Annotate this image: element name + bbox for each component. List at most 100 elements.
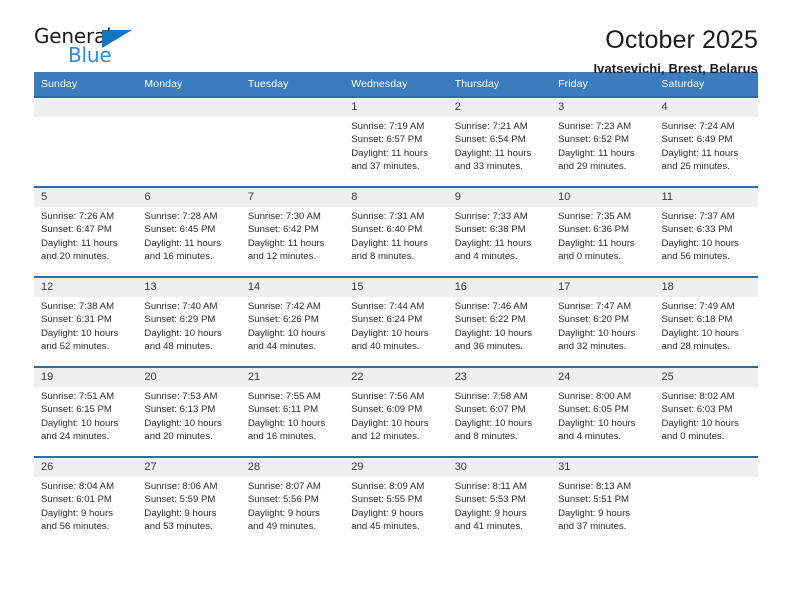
sunrise-text: Sunrise: 7:56 AM — [351, 391, 425, 402]
sunset-text: Sunset: 6:47 PM — [41, 224, 112, 236]
calendar-day-cell[interactable]: 15 Sunrise: 7:44 AM Sunset: 6:24 PM Dayligh… — [344, 276, 448, 367]
sunset-text: Sunset: 5:51 PM — [558, 494, 630, 506]
day-number: 19 — [34, 368, 138, 387]
weekday-header-row: Sunday Monday Tuesday Wednesday Thursday… — [34, 72, 758, 97]
calendar-day-cell[interactable]: 17 Sunrise: 7:47 AM Sunset: 6:20 PM Dayligh… — [551, 276, 655, 367]
calendar-day-cell[interactable]: 7 Sunrise: 7:30 AM Sunset: 6:42 PM Daylight… — [240, 186, 345, 277]
calendar-day-cell[interactable]: 25 Sunrise: 8:02 AM Sunset: 6:03 PM Dayligh… — [654, 366, 758, 457]
day-number: 12 — [34, 278, 138, 297]
day-sun-info: Sunrise: 7:56 AM Sunset: 6:09 PM Daylight:… — [344, 387, 447, 444]
sunrise-text: Sunrise: 7:37 AM — [661, 211, 735, 222]
calendar-day-cell[interactable]: 22 Sunrise: 7:56 AM Sunset: 6:09 PM Dayligh… — [344, 366, 448, 457]
day-number: 26 — [34, 458, 138, 477]
day-number: 4 — [654, 98, 758, 117]
calendar-day-cell[interactable]: 18 Sunrise: 7:49 AM Sunset: 6:18 PM Dayligh… — [654, 276, 758, 367]
calendar-day-cell[interactable]: 26 Sunrise: 8:04 AM Sunset: 6:01 PM Dayligh… — [34, 456, 138, 547]
day-sun-info: Sunrise: 7:38 AM Sunset: 6:31 PM Daylight:… — [34, 297, 137, 354]
calendar-day-cell[interactable]: 8 Sunrise: 7:31 AM Sunset: 6:40 PM Daylight… — [344, 186, 448, 277]
sunset-text: Sunset: 6:40 PM — [351, 224, 423, 236]
day-number: 8 — [344, 188, 448, 207]
day-number: 7 — [240, 188, 345, 207]
day-number — [34, 98, 138, 117]
calendar-day-cell[interactable]: 24 Sunrise: 8:00 AM Sunset: 6:05 PM Dayligh… — [551, 366, 655, 457]
day-number — [137, 98, 241, 117]
sunrise-text: Sunrise: 8:11 AM — [454, 481, 528, 492]
weekday-header-friday: Friday — [551, 72, 655, 97]
day-number: 13 — [137, 278, 241, 297]
calendar-day-cell[interactable]: 13 Sunrise: 7:40 AM Sunset: 6:29 PM Dayligh… — [137, 276, 241, 367]
sunrise-text: Sunrise: 7:42 AM — [247, 301, 321, 312]
calendar-day-cell[interactable]: 6 Sunrise: 7:28 AM Sunset: 6:45 PM Daylight… — [137, 186, 241, 277]
day-number — [654, 458, 758, 477]
sunrise-text: Sunrise: 8:04 AM — [41, 481, 115, 492]
calendar-day-cell[interactable]: 1 Sunrise: 7:19 AM Sunset: 6:57 PM Daylight… — [344, 96, 448, 187]
sunrise-text: Sunrise: 7:30 AM — [247, 211, 321, 222]
day-sun-info: Sunrise: 7:40 AM Sunset: 6:29 PM Daylight:… — [137, 297, 240, 354]
calendar-day-cell[interactable]: 14 Sunrise: 7:42 AM Sunset: 6:26 PM Dayligh… — [240, 276, 345, 367]
sunrise-text: Sunrise: 7:23 AM — [558, 121, 632, 132]
calendar-day-cell[interactable]: 10 Sunrise: 7:35 AM Sunset: 6:36 PM Dayligh… — [551, 186, 655, 277]
daylight-text: Daylight: 10 hours and 0 minutes. — [661, 417, 739, 443]
day-number: 21 — [240, 368, 345, 387]
day-sun-info: Sunrise: 8:06 AM Sunset: 5:59 PM Daylight:… — [137, 477, 240, 534]
sunrise-text: Sunrise: 7:33 AM — [454, 211, 528, 222]
sunrise-text: Sunrise: 8:09 AM — [351, 481, 425, 492]
calendar-page: General Blue October 2025 Ivatsevichi, B… — [0, 0, 792, 612]
daylight-text: Daylight: 11 hours and 29 minutes. — [558, 147, 635, 173]
day-sun-info: Sunrise: 7:26 AM Sunset: 6:47 PM Daylight:… — [34, 207, 137, 264]
calendar-day-cell[interactable]: 20 Sunrise: 7:53 AM Sunset: 6:13 PM Dayligh… — [137, 366, 241, 457]
sunset-text: Sunset: 6:33 PM — [661, 224, 733, 236]
sunrise-text: Sunrise: 7:53 AM — [144, 391, 218, 402]
calendar-day-cell[interactable]: 27 Sunrise: 8:06 AM Sunset: 5:59 PM Dayligh… — [137, 456, 241, 547]
daylight-text: Daylight: 9 hours and 41 minutes. — [454, 507, 527, 533]
generalblue-logo[interactable]: General Blue — [34, 26, 146, 72]
sunrise-text: Sunrise: 8:02 AM — [661, 391, 735, 402]
calendar-day-cell[interactable]: 4 Sunrise: 7:24 AM Sunset: 6:49 PM Daylight… — [654, 96, 758, 187]
day-sun-info: Sunrise: 7:37 AM Sunset: 6:33 PM Daylight:… — [655, 207, 758, 264]
sunset-text: Sunset: 5:55 PM — [351, 494, 423, 506]
sunset-text: Sunset: 6:07 PM — [454, 404, 526, 416]
sunset-text: Sunset: 6:03 PM — [661, 404, 733, 416]
calendar-day-cell[interactable]: 29 Sunrise: 8:09 AM Sunset: 5:55 PM Dayligh… — [344, 456, 448, 547]
day-number: 22 — [344, 368, 448, 387]
day-number — [240, 98, 345, 117]
day-number: 16 — [447, 278, 552, 297]
sunset-text: Sunset: 6:42 PM — [247, 224, 319, 236]
calendar-empty-cell — [137, 96, 241, 187]
calendar-day-cell[interactable]: 5 Sunrise: 7:26 AM Sunset: 6:47 PM Daylight… — [34, 186, 138, 277]
day-number: 5 — [34, 188, 138, 207]
daylight-text: Daylight: 9 hours and 53 minutes. — [144, 507, 217, 533]
calendar-day-cell[interactable]: 31 Sunrise: 8:13 AM Sunset: 5:51 PM Dayligh… — [551, 456, 655, 547]
day-sun-info: Sunrise: 8:00 AM Sunset: 6:05 PM Daylight:… — [551, 387, 654, 444]
calendar-day-cell[interactable]: 12 Sunrise: 7:38 AM Sunset: 6:31 PM Dayligh… — [34, 276, 138, 367]
sunset-text: Sunset: 6:54 PM — [454, 134, 526, 146]
day-sun-info: Sunrise: 7:58 AM Sunset: 6:07 PM Daylight:… — [448, 387, 551, 444]
daylight-text: Daylight: 10 hours and 4 minutes. — [558, 417, 636, 443]
day-number: 28 — [240, 458, 345, 477]
sunrise-text: Sunrise: 7:31 AM — [351, 211, 425, 222]
calendar-day-cell[interactable]: 21 Sunrise: 7:55 AM Sunset: 6:11 PM Dayligh… — [240, 366, 345, 457]
calendar-day-cell[interactable]: 19 Sunrise: 7:51 AM Sunset: 6:15 PM Dayligh… — [34, 366, 138, 457]
sunrise-text: Sunrise: 8:00 AM — [558, 391, 632, 402]
day-number: 29 — [344, 458, 448, 477]
daylight-text: Daylight: 11 hours and 0 minutes. — [558, 237, 635, 263]
sunrise-text: Sunrise: 7:58 AM — [454, 391, 528, 402]
calendar-day-cell[interactable]: 23 Sunrise: 7:58 AM Sunset: 6:07 PM Dayligh… — [447, 366, 552, 457]
day-number: 25 — [654, 368, 758, 387]
sunset-text: Sunset: 6:31 PM — [41, 314, 112, 326]
sunrise-text: Sunrise: 7:28 AM — [144, 211, 218, 222]
daylight-text: Daylight: 10 hours and 32 minutes. — [558, 327, 636, 353]
day-sun-info: Sunrise: 7:24 AM Sunset: 6:49 PM Daylight:… — [655, 117, 758, 174]
calendar-day-cell[interactable]: 16 Sunrise: 7:46 AM Sunset: 6:22 PM Dayligh… — [447, 276, 552, 367]
day-sun-info: Sunrise: 8:04 AM Sunset: 6:01 PM Daylight:… — [34, 477, 137, 534]
calendar-day-cell[interactable]: 28 Sunrise: 8:07 AM Sunset: 5:56 PM Dayligh… — [240, 456, 345, 547]
calendar-day-cell[interactable]: 2 Sunrise: 7:21 AM Sunset: 6:54 PM Daylight… — [447, 96, 552, 187]
sunrise-text: Sunrise: 7:24 AM — [661, 121, 735, 132]
calendar-day-cell[interactable]: 30 Sunrise: 8:11 AM Sunset: 5:53 PM Dayligh… — [447, 456, 552, 547]
day-sun-info: Sunrise: 7:33 AM Sunset: 6:38 PM Daylight:… — [448, 207, 551, 264]
calendar-day-cell[interactable]: 3 Sunrise: 7:23 AM Sunset: 6:52 PM Daylight… — [551, 96, 655, 187]
page-header: General Blue October 2025 Ivatsevichi, B… — [0, 0, 792, 76]
calendar-day-cell[interactable]: 11 Sunrise: 7:37 AM Sunset: 6:33 PM Dayligh… — [654, 186, 758, 277]
sunset-text: Sunset: 5:59 PM — [144, 494, 216, 506]
calendar-day-cell[interactable]: 9 Sunrise: 7:33 AM Sunset: 6:38 PM Daylight… — [447, 186, 552, 277]
